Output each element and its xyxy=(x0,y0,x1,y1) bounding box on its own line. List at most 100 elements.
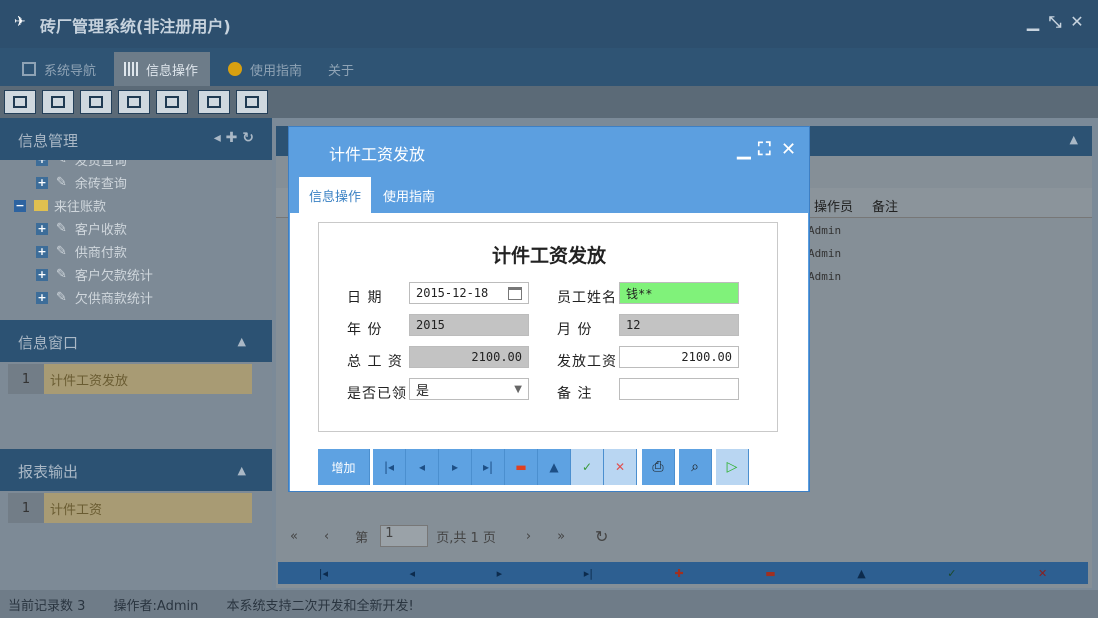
prev-record-button[interactable]: ◂ xyxy=(406,449,439,485)
dialog-close-icon[interactable]: ✕ xyxy=(781,139,796,160)
close-icon[interactable]: ✕ xyxy=(1068,12,1086,32)
expand-icon: + xyxy=(36,290,48,304)
cancel-button[interactable]: ✕ xyxy=(604,449,637,485)
toolbar-window-button[interactable] xyxy=(156,90,188,114)
add-button[interactable]: 增加 xyxy=(318,449,370,485)
page-input[interactable]: 1 xyxy=(380,525,429,547)
tree-item-brick-stock[interactable]: + ✎ 余砖查询 xyxy=(0,171,272,194)
toolbar-document-button[interactable] xyxy=(80,90,112,114)
print-preview-icon: ⌕ xyxy=(691,459,699,475)
toolbar-export-button[interactable] xyxy=(198,90,230,114)
collapse-up-icon[interactable]: ▲ xyxy=(1070,133,1078,146)
received-label: 是否已领 xyxy=(347,386,407,402)
add-record-icon[interactable]: ✚ xyxy=(674,567,683,580)
next-record-button[interactable]: ▸ xyxy=(439,449,472,485)
grid-row[interactable]: Admin xyxy=(808,247,841,260)
tab-label: 系统导航 xyxy=(44,63,97,79)
edit-button[interactable]: ▲ xyxy=(538,449,571,485)
tab-about[interactable]: 关于 xyxy=(318,52,364,86)
run-button[interactable]: ▷ xyxy=(716,449,749,485)
cancel-record-icon[interactable]: ✕ xyxy=(1038,567,1047,580)
restore-icon[interactable]: ⤡ xyxy=(1046,12,1064,32)
window-icon xyxy=(165,96,179,108)
month-field[interactable]: 12 xyxy=(619,314,739,336)
employee-field[interactable]: 钱** xyxy=(619,282,739,304)
confirm-button[interactable]: ✓ xyxy=(571,449,604,485)
tool-icon: ✎ xyxy=(56,175,67,190)
print-button[interactable]: ⎙ xyxy=(642,449,675,485)
first-page-icon[interactable]: « xyxy=(290,529,298,544)
refresh-icon[interactable]: ↻ xyxy=(595,527,608,546)
remark-field[interactable] xyxy=(619,378,739,400)
total-wage-field[interactable]: 2100.00 xyxy=(409,346,529,368)
confirm-record-icon[interactable]: ✓ xyxy=(947,567,956,580)
x-icon: ✕ xyxy=(614,460,626,474)
tree-item-supplier-payments[interactable]: + ✎ 供商付款 xyxy=(0,240,272,263)
prev-record-icon[interactable]: ◂ xyxy=(410,567,416,580)
tree-label: 供商付款 xyxy=(74,246,127,261)
toolbar-list-button[interactable] xyxy=(42,90,74,114)
date-label: 日 期 xyxy=(347,290,383,306)
tree-item-customer-receipts[interactable]: + ✎ 客户收款 xyxy=(0,217,272,240)
row-number: 1 xyxy=(8,493,44,523)
info-window-item[interactable]: 1 计件工资发放 xyxy=(8,364,252,394)
tool-icon: ✎ xyxy=(56,221,67,236)
toolbar-users-button[interactable] xyxy=(118,90,150,114)
dialog-maximize-icon[interactable]: ⛶ xyxy=(758,139,771,160)
dialog-title: 计件工资发放 xyxy=(329,145,426,164)
tree-item-supplier-debt[interactable]: + ✎ 欠供商款统计 xyxy=(0,286,272,309)
system-note: 本系统支持二次开发和全新开发! xyxy=(226,599,414,614)
report-item[interactable]: 1 计件工资 xyxy=(8,493,252,523)
employee-label: 员工姓名 xyxy=(557,290,617,306)
last-page-icon[interactable]: » xyxy=(557,529,565,544)
preview-button[interactable]: ⌕ xyxy=(679,449,712,485)
expand-icon: + xyxy=(36,267,48,281)
main-button-bar: |◂ ◂ ▸ ▸| ✚ ▬ ▲ ✓ ✕ xyxy=(278,562,1088,584)
sidebar-header-actions-icon[interactable]: ◂ ✚ ↻ xyxy=(214,130,254,146)
remark-label: 备 注 xyxy=(557,386,593,402)
sidebar-header-title: 信息管理 xyxy=(18,132,79,150)
chevron-down-icon[interactable]: ▼ xyxy=(514,384,522,395)
column-header-remark[interactable]: 备注 xyxy=(872,196,898,215)
tab-info-ops[interactable]: 信息操作 xyxy=(114,52,210,86)
collapse-up-icon[interactable]: ▲ xyxy=(238,464,246,477)
dialog-tab-user-guide[interactable]: 使用指南 xyxy=(373,177,445,213)
tree-item-delivery[interactable]: + ✎ 发货查询 xyxy=(0,160,272,171)
grid-row[interactable]: Admin xyxy=(808,270,841,283)
column-header-operator[interactable]: 操作员 xyxy=(814,196,853,215)
next-record-icon[interactable]: ▸ xyxy=(497,567,503,580)
tab-system-nav[interactable]: 系统导航 xyxy=(12,52,106,86)
next-page-icon[interactable]: › xyxy=(526,529,531,544)
calendar-icon[interactable] xyxy=(508,286,522,300)
delete-button[interactable]: ▬ xyxy=(505,449,538,485)
prev-page-icon[interactable]: ‹ xyxy=(324,529,329,544)
grid-row[interactable]: Admin xyxy=(808,224,841,237)
printer-icon: ⎙ xyxy=(652,459,664,475)
edit-record-icon[interactable]: ▲ xyxy=(857,567,865,580)
sidebar-header-info-mgmt: 信息管理 ◂ ✚ ↻ xyxy=(0,118,272,160)
monitor-icon xyxy=(22,62,36,76)
delete-record-icon[interactable]: ▬ xyxy=(765,567,775,580)
date-field[interactable]: 2015-12-18 xyxy=(409,282,529,304)
dialog-tab-info-ops[interactable]: 信息操作 xyxy=(299,177,372,213)
pager-suffix: 页,共 1 页 xyxy=(436,530,496,546)
expand-icon: + xyxy=(36,221,48,235)
last-record-button[interactable]: ▸| xyxy=(472,449,505,485)
tool-icon: ✎ xyxy=(56,290,67,305)
play-icon: ▷ xyxy=(726,459,738,475)
received-select[interactable]: 是 ▼ xyxy=(409,378,529,400)
last-record-icon[interactable]: ▸| xyxy=(584,567,593,580)
first-record-button[interactable]: |◂ xyxy=(373,449,406,485)
tree-label: 发货查询 xyxy=(74,160,127,169)
collapse-up-icon[interactable]: ▲ xyxy=(238,335,246,348)
dialog-minimize-icon[interactable]: ▁ xyxy=(737,139,751,160)
tree-folder-accounts[interactable]: − 来往账款 xyxy=(0,194,272,217)
paid-wage-field[interactable]: 2100.00 xyxy=(619,346,739,368)
year-field[interactable]: 2015 xyxy=(409,314,529,336)
tree-item-customer-debt[interactable]: + ✎ 客户欠款统计 xyxy=(0,263,272,286)
first-record-icon[interactable]: |◂ xyxy=(319,567,328,580)
toolbar-search-button[interactable] xyxy=(4,90,36,114)
tab-user-guide[interactable]: 使用指南 xyxy=(218,52,312,86)
toolbar-print-button[interactable] xyxy=(236,90,268,114)
minimize-icon[interactable]: ▁ xyxy=(1024,12,1042,32)
